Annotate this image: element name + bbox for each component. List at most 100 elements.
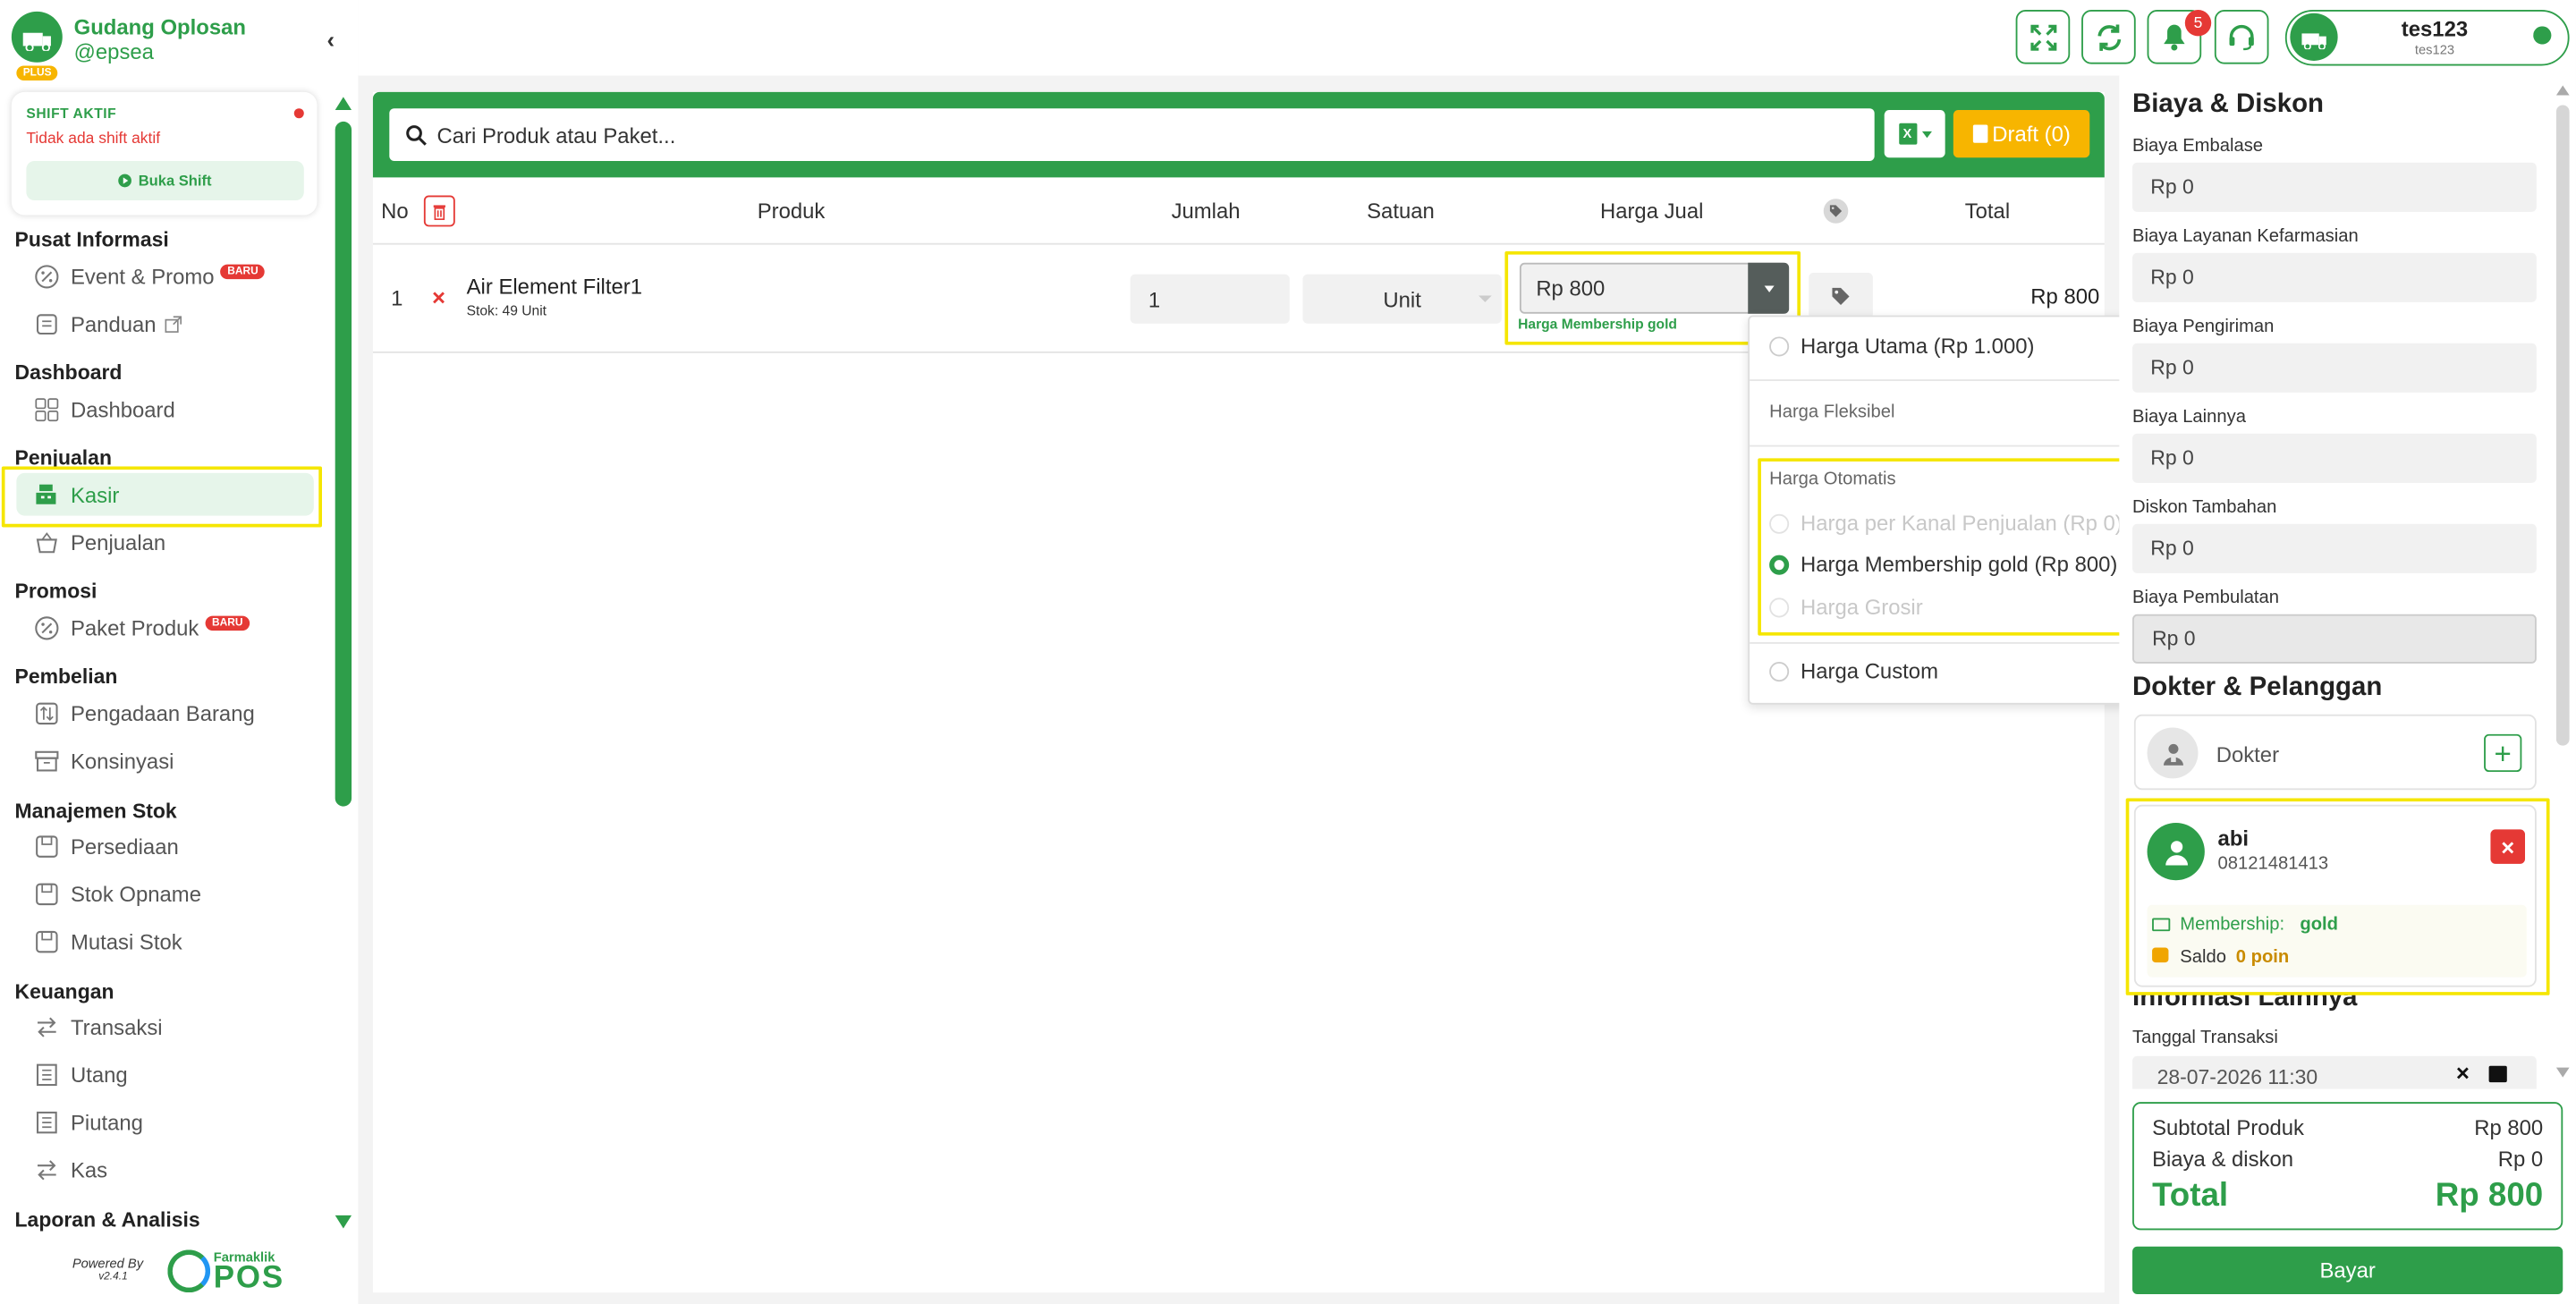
- biaya-label: Biaya & diskon: [2152, 1146, 2294, 1172]
- excel-icon: X: [1898, 123, 1917, 145]
- sidebar-item-label: Stok Opname: [70, 881, 201, 906]
- fullscreen-button[interactable]: [2015, 10, 2071, 64]
- sidebar-item-dashboard[interactable]: Dashboard: [33, 391, 175, 427]
- layanan-label: Biaya Layanan Kefarmasian: [2132, 226, 2359, 247]
- pay-button[interactable]: Bayar: [2132, 1246, 2563, 1295]
- tanggal-label: Tanggal Transaksi: [2132, 1028, 2278, 1048]
- collapse-sidebar-icon[interactable]: ‹: [327, 26, 335, 52]
- sidebar-item-konsinyasi[interactable]: Konsinyasi: [33, 742, 174, 778]
- sidebar-item-persediaan[interactable]: Persediaan: [33, 827, 179, 863]
- layanan-input[interactable]: Rp 0: [2132, 252, 2537, 302]
- radio-selected-icon: [1769, 554, 1790, 574]
- refresh-button[interactable]: [2081, 10, 2136, 64]
- store-name: Gudang Oplosan: [73, 14, 247, 40]
- sidebar-item-label: Piutang: [70, 1109, 143, 1134]
- doctor-selector[interactable]: Dokter +: [2133, 714, 2537, 791]
- sidebar-item-mutasi-stok[interactable]: Mutasi Stok: [33, 923, 182, 959]
- radio-icon: [1769, 335, 1790, 356]
- gear-icon[interactable]: [2533, 26, 2552, 45]
- sidebar-item-penjualan[interactable]: Penjualan: [33, 524, 165, 560]
- right-scroll-down-icon[interactable]: [2555, 1067, 2570, 1078]
- search-icon: [406, 124, 427, 145]
- sidebar-item-paket-produk[interactable]: Paket Produk BARU: [33, 609, 250, 645]
- row-no: 1: [391, 285, 403, 311]
- sidebar-item-kasir[interactable]: Kasir: [33, 477, 119, 512]
- support-button[interactable]: [2214, 10, 2269, 64]
- price-note: Harga Membership gold: [1518, 315, 1677, 332]
- caret-down-icon: [1479, 295, 1492, 302]
- unit-select[interactable]: Unit: [1302, 274, 1502, 324]
- sidebar-item-transaksi[interactable]: Transaksi: [33, 1008, 163, 1044]
- pengiriman-input[interactable]: Rp 0: [2132, 343, 2537, 393]
- sidebar-item-piutang[interactable]: Piutang: [33, 1104, 143, 1139]
- calendar-icon[interactable]: [2488, 1065, 2507, 1083]
- user-profile-button[interactable]: tes123 tes123: [2284, 10, 2570, 66]
- dropdown-divider: [1750, 445, 2156, 447]
- biaya-value: Rp 0: [2497, 1146, 2544, 1172]
- otomatis-group-label: Harga Otomatis: [1769, 470, 1896, 490]
- cash-register-icon: [33, 481, 59, 507]
- sidebar-item-label: Paket Produk: [70, 614, 199, 640]
- qty-input[interactable]: 1: [1130, 274, 1290, 324]
- nav-heading-keuangan: Keuangan: [14, 980, 114, 1003]
- col-tag-icon: [1823, 199, 1849, 224]
- total-label: Total: [2152, 1177, 2229, 1215]
- option-harga-utama[interactable]: Harga Utama (Rp 1.000): [1769, 333, 2035, 359]
- sidebar-item-utang[interactable]: Utang: [33, 1056, 128, 1092]
- right-scroll-up-icon[interactable]: [2555, 85, 2570, 96]
- import-excel-button[interactable]: X: [1884, 110, 1945, 158]
- diskon-input[interactable]: Rp 0: [2132, 523, 2537, 573]
- customer-highlight-box: [2125, 798, 2550, 995]
- clear-date-icon[interactable]: ×: [2456, 1059, 2470, 1085]
- sort-icon: [33, 699, 59, 725]
- sidebar-item-panduan[interactable]: Panduan: [33, 306, 182, 342]
- sidebar-item-event-promo[interactable]: Event & Promo BARU: [33, 258, 266, 293]
- caret-down-icon: [1763, 284, 1774, 292]
- refresh-icon: [2097, 23, 2121, 51]
- price-dropdown-toggle[interactable]: [1748, 262, 1790, 314]
- price-value: Rp 800: [1536, 275, 1606, 301]
- col-no: No: [381, 199, 409, 224]
- right-scrollbar[interactable]: [2555, 105, 2570, 746]
- lainnya-input[interactable]: Rp 0: [2132, 433, 2537, 483]
- open-shift-button[interactable]: Buka Shift: [26, 160, 304, 201]
- radio-icon: [1769, 512, 1790, 533]
- sidebar: PLUS Gudang Oplosan @epsea ‹ SHIFT AKTIF…: [0, 0, 359, 1304]
- radio-icon: [1769, 661, 1790, 682]
- option-harga-fleksibel[interactable]: Harga Fleksibel: [1769, 402, 1894, 422]
- option-harga-custom[interactable]: Harga Custom: [1769, 658, 1938, 683]
- subtotal-label: Subtotal Produk: [2152, 1114, 2305, 1140]
- embalase-input[interactable]: Rp 0: [2132, 162, 2537, 212]
- clear-all-button[interactable]: [423, 195, 455, 227]
- percent-icon: [33, 614, 59, 640]
- powered-by: Powered By: [72, 1256, 144, 1272]
- sidebar-item-kas[interactable]: Kas: [33, 1151, 107, 1187]
- receipt-icon: [33, 1061, 59, 1087]
- price-select[interactable]: Rp 800: [1519, 262, 1790, 314]
- grid-icon: [33, 396, 59, 422]
- document-icon: [1972, 124, 1987, 143]
- sidebar-item-stok-opname[interactable]: Stok Opname: [33, 876, 201, 911]
- remove-row-icon[interactable]: ×: [432, 284, 445, 310]
- nav-heading-promosi: Promosi: [14, 580, 97, 603]
- draft-button[interactable]: Draft (0): [1953, 110, 2090, 158]
- sidebar-scrollbar[interactable]: [335, 121, 352, 807]
- sidebar-scroll-up-icon[interactable]: [335, 97, 352, 111]
- option-label: Harga Utama (Rp 1.000): [1801, 333, 2035, 359]
- add-doctor-button[interactable]: +: [2484, 733, 2522, 773]
- tanggal-input[interactable]: 28-07-2026 11:30 ×: [2132, 1055, 2537, 1089]
- sidebar-item-label: Transaksi: [70, 1013, 163, 1039]
- right-panel: Biaya & Diskon Biaya Embalase Rp 0 Biaya…: [2119, 75, 2576, 1304]
- product-name: Air Element Filter1: [466, 274, 643, 300]
- play-icon: [118, 174, 132, 188]
- sidebar-item-label: Pengadaan Barang: [70, 700, 255, 725]
- search-input[interactable]: Cari Produk atau Paket...: [389, 108, 1875, 161]
- option-harga-membership[interactable]: Harga Membership gold (Rp 800): [1769, 552, 2117, 577]
- sidebar-item-pengadaan[interactable]: Pengadaan Barang: [33, 695, 255, 731]
- pembulatan-label: Biaya Pembulatan: [2132, 588, 2280, 608]
- sidebar-scroll-down-icon[interactable]: [335, 1215, 352, 1229]
- user-sub: tes123: [2414, 42, 2455, 58]
- subtotal-value: Rp 800: [2474, 1114, 2544, 1140]
- store-logo-icon: [11, 11, 63, 63]
- discount-tag-button[interactable]: [1809, 272, 1873, 319]
